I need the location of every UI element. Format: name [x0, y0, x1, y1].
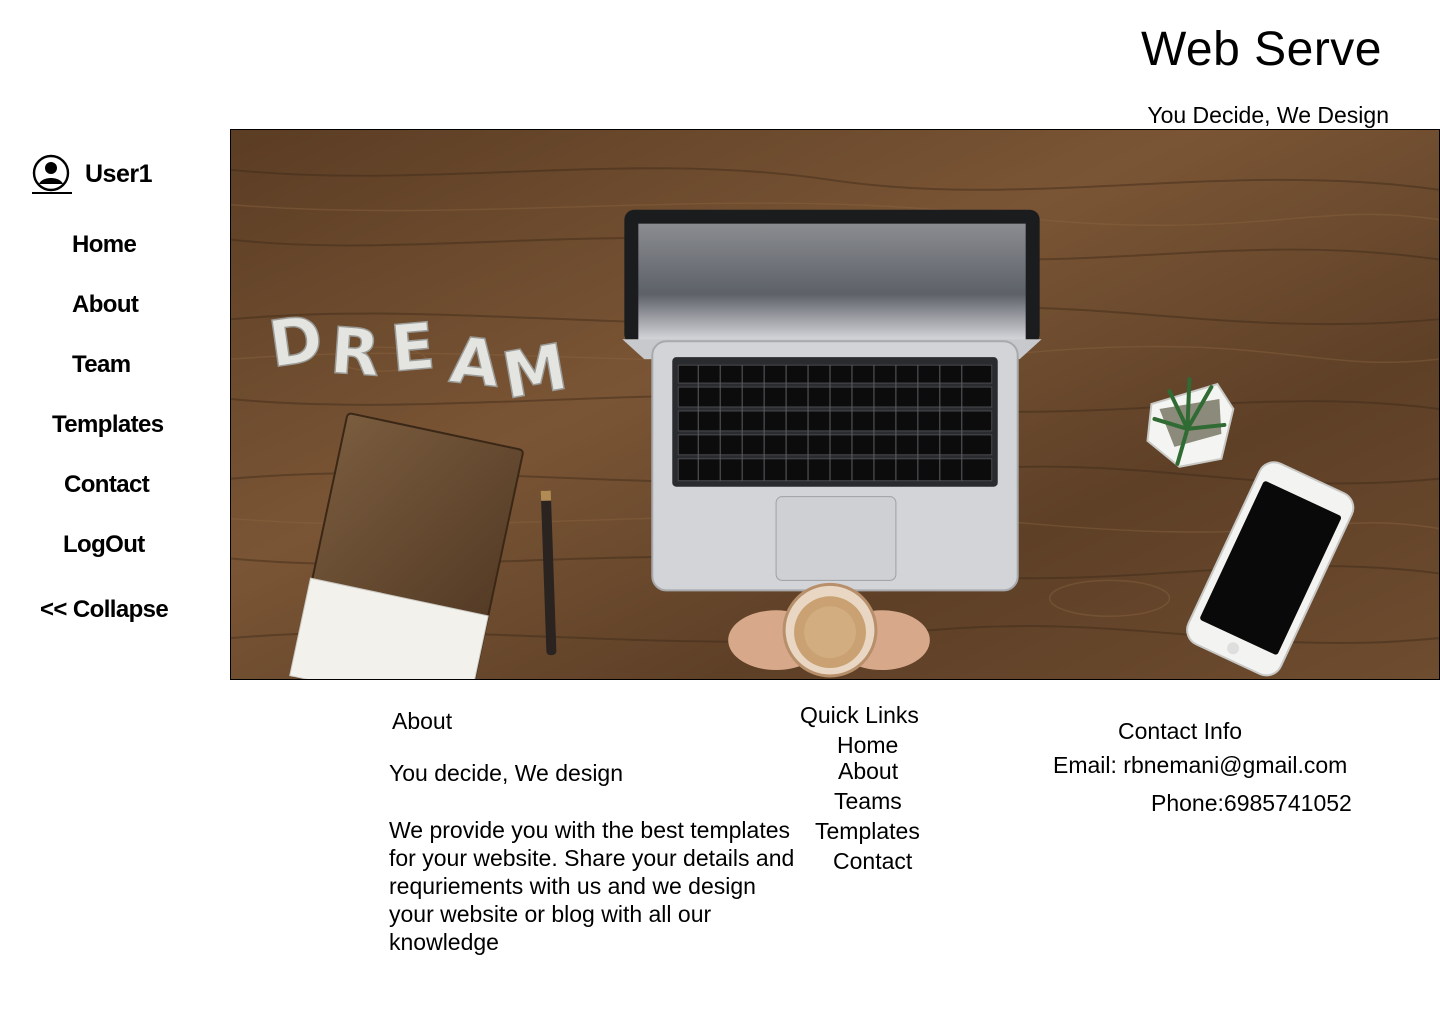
sidebar-item-logout[interactable]: LogOut: [63, 531, 145, 559]
footer-quick-links-heading: Quick Links: [800, 702, 919, 728]
svg-text:R: R: [328, 315, 382, 392]
user-profile[interactable]: User1: [32, 154, 153, 194]
svg-text:M: M: [497, 330, 572, 414]
footer-link-contact[interactable]: Contact: [833, 848, 912, 875]
sidebar-item-contact[interactable]: Contact: [64, 471, 150, 499]
footer-contact-heading: Contact Info: [1118, 718, 1243, 744]
sidebar-item-about[interactable]: About: [72, 291, 139, 319]
site-title: Web Serve: [1140, 23, 1382, 76]
footer-link-teams[interactable]: Teams: [834, 788, 902, 815]
user-circle-icon: [32, 154, 72, 194]
footer-link-templates[interactable]: Templates: [815, 818, 920, 845]
footer-about-heading: About: [392, 708, 453, 734]
collapse-button[interactable]: << Collapse: [40, 596, 169, 624]
svg-text:A: A: [446, 324, 504, 403]
svg-text:E: E: [388, 310, 438, 387]
footer-about-tagline: You decide, We design: [389, 760, 624, 786]
sidebar-item-home[interactable]: Home: [72, 231, 137, 259]
sidebar-item-templates[interactable]: Templates: [52, 411, 164, 439]
dream-letters: D: [265, 302, 328, 383]
footer-about-body: We provide you with the best templates f…: [389, 817, 795, 955]
footer-contact-phone[interactable]: Phone:6985741052: [1151, 790, 1352, 817]
footer-link-home[interactable]: Home: [837, 732, 898, 759]
footer-contact-email[interactable]: Email: rbnemani@gmail.com: [1053, 752, 1347, 779]
site-tagline: You Decide, We Design: [1147, 102, 1389, 128]
hero-image: D R E A M: [230, 129, 1440, 680]
footer-link-about[interactable]: About: [838, 758, 898, 785]
sidebar-item-team[interactable]: Team: [72, 351, 131, 379]
user-name: User1: [85, 159, 153, 188]
